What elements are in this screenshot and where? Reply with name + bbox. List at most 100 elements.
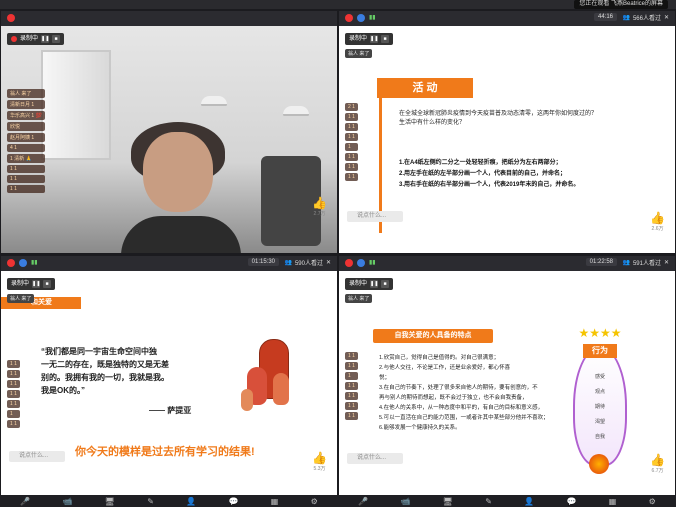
comment: 2 1: [345, 103, 358, 111]
like-button[interactable]: 👍 5.3万: [312, 451, 327, 472]
panel-quote[interactable]: ▮▮ 01:15:30 👥 590人看过 ✕ 和关爱 “我们都是同一宇宙生命空间中独…: [1, 256, 337, 498]
session-timer: 01:15:30: [247, 258, 279, 266]
lamp: [283, 106, 309, 116]
close-icon[interactable]: ✕: [664, 259, 669, 266]
activity-title: 活 动: [377, 78, 473, 98]
step-3: 3.用右手在纸的右半部分画一个人，代表2019年末的自己，并命名。: [399, 182, 580, 188]
signal-icon: ▮▮: [369, 260, 376, 266]
stop-button[interactable]: ■: [381, 280, 390, 288]
diagram-levels: 感受 观点 期待 渴望 自我: [585, 370, 615, 445]
settings-icon[interactable]: ⚙: [649, 497, 656, 506]
matryoshka-dolls: [241, 339, 297, 419]
trait-item: 悦；: [379, 375, 391, 381]
comment-list: 翁人 来了 清新日月 1 华乐高兴 1 💯 欣悦 赵月阿姨 1 4 1 1 清新…: [7, 89, 45, 193]
comment: 1 清新 🙏: [7, 154, 45, 163]
session-timer: 01:22:58: [585, 258, 617, 266]
step-2: 2.用左手在纸的左半部分画一个人，代表目前的自己，并命名；: [399, 171, 567, 177]
shield-icon: [357, 259, 365, 267]
stop-button[interactable]: ■: [43, 280, 52, 288]
comment: 1 1: [345, 163, 358, 171]
panel-traits[interactable]: ▮▮ 01:22:58 👥 591人看过 ✕ 自我关爱的人具备的特点 1.欣赏自己，…: [339, 256, 675, 498]
diagram-level: 感受: [594, 374, 605, 380]
panel-video[interactable]: 录制中 ❚❚ ■ 翁人 来了 清新日月 1 华乐高兴 1 💯 欣悦 赵月阿姨 1…: [1, 11, 337, 253]
comment: 1 1: [7, 400, 20, 408]
comment: 翁人 来了: [7, 89, 45, 98]
like-button[interactable]: 👍 2.7万: [312, 196, 327, 217]
comment: 1 1: [345, 133, 358, 141]
recording-badge[interactable]: 录制中 ❚❚ ■: [345, 33, 394, 45]
trait-list: 1.欣赏自己，觉得自己是值得的。对自己很满意； 2.与他人交往，不论是工作，还是…: [379, 353, 569, 433]
diagram-level: 自我: [594, 434, 605, 440]
pause-button[interactable]: ❚❚: [370, 280, 378, 288]
pause-button[interactable]: ❚❚: [32, 280, 40, 288]
comment-input[interactable]: 说点什么...: [9, 451, 65, 462]
lamp: [201, 96, 227, 106]
close-icon[interactable]: ✕: [326, 259, 331, 266]
like-button[interactable]: 👍 2.6万: [650, 211, 665, 232]
whiteboard-icon[interactable]: ✎: [147, 497, 154, 506]
settings-icon[interactable]: ⚙: [311, 497, 318, 506]
comment: 1 1: [7, 165, 45, 173]
people-icon: 👥: [622, 260, 630, 266]
comment: 1 1: [345, 173, 358, 181]
rec-label: 录制中: [349, 281, 368, 287]
rec-label: 录制中: [349, 36, 368, 42]
views-label: 591人看过: [632, 261, 661, 267]
comment: 1 1: [345, 123, 358, 131]
stop-button[interactable]: ■: [381, 35, 390, 43]
comment: 赵月阿姨 1: [7, 133, 45, 142]
camera-feed: [1, 26, 337, 253]
chat-icon[interactable]: 💬: [566, 497, 576, 506]
recording-badge[interactable]: 录制中 ❚❚ ■: [345, 278, 394, 290]
view-count: 👥 590人看过 ✕: [284, 258, 331, 267]
comment: 1 1: [7, 380, 20, 388]
close-icon[interactable]: ✕: [664, 14, 669, 21]
diagram-level: 渴望: [594, 419, 605, 425]
like-button[interactable]: 👍 6.7万: [650, 453, 665, 474]
comment: 华乐高兴 1 💯: [7, 111, 45, 120]
views-label: 590人看过: [294, 261, 323, 267]
trait-item: 5.可以一直活在自己的能力范围，一或者许其中某些部分他并不喜欢；: [379, 415, 549, 421]
participants-icon[interactable]: 👤: [524, 497, 534, 506]
comment: 1 1: [345, 153, 358, 161]
stop-button[interactable]: ■: [52, 35, 61, 43]
pause-button[interactable]: ❚❚: [370, 35, 378, 43]
like-count: 2.6万: [651, 226, 664, 232]
apps-icon[interactable]: ▦: [271, 497, 279, 506]
live-icon: [7, 14, 15, 22]
mic-icon[interactable]: 🎤: [358, 497, 368, 506]
views-label: 566人看过: [632, 16, 661, 22]
comment: 1 1: [7, 185, 45, 193]
camera-icon[interactable]: 📹: [62, 497, 72, 506]
pause-button[interactable]: ❚❚: [41, 35, 49, 43]
people-icon: 👥: [284, 260, 292, 266]
live-icon: [345, 259, 353, 267]
comment: 清新日月 1: [7, 100, 45, 109]
comment-input[interactable]: 说点什么...: [347, 211, 403, 222]
bottom-toolbar: 🎤 📹 🖥 ✎ 👤 💬 ▦ ⚙: [0, 495, 338, 507]
comment: 1 1: [345, 402, 358, 410]
comment: 1 1: [345, 412, 358, 420]
camera-icon[interactable]: 📹: [400, 497, 410, 506]
diagram-level: 期待: [594, 404, 605, 410]
diagram-top-label: 行为: [583, 344, 617, 358]
comment-input[interactable]: 说点什么...: [347, 453, 403, 464]
comment: 1 1: [7, 390, 20, 398]
panel-activity[interactable]: ▮▮ 44:16 👥 566人看过 ✕ 活 动 在全城全球新冠肺炎疫情到今天疫苗普及…: [339, 11, 675, 253]
comment: 1 1: [345, 113, 358, 121]
trait-item: 1.欣赏自己，觉得自己是值得的。对自己很满意；: [379, 355, 500, 361]
question-text: 在全城全球新冠肺炎疫情到今天疫苗普及动态清零，这两年你如何度过的？ 生活中有什么…: [399, 110, 669, 128]
share-screen-icon[interactable]: 🖥: [443, 497, 453, 506]
participants-icon[interactable]: 👤: [186, 497, 196, 506]
recording-badge[interactable]: 录制中 ❚❚ ■: [7, 33, 65, 45]
top-bar: 您正在观看 飞燕Beatrice的屏幕: [0, 0, 676, 9]
screen-share-tip: 您正在观看 飞燕Beatrice的屏幕: [574, 0, 668, 9]
share-screen-icon[interactable]: 🖥: [105, 497, 115, 506]
apps-icon[interactable]: ▦: [609, 497, 617, 506]
chat-icon[interactable]: 💬: [228, 497, 238, 506]
whiteboard-icon[interactable]: ✎: [485, 497, 492, 506]
mic-icon[interactable]: 🎤: [20, 497, 30, 506]
iceberg-diagram: ★★★★ 行为 感受 观点 期待 渴望 自我: [565, 326, 635, 476]
like-count: 5.3万: [313, 466, 326, 472]
recording-badge[interactable]: 录制中 ❚❚ ■: [7, 278, 56, 290]
